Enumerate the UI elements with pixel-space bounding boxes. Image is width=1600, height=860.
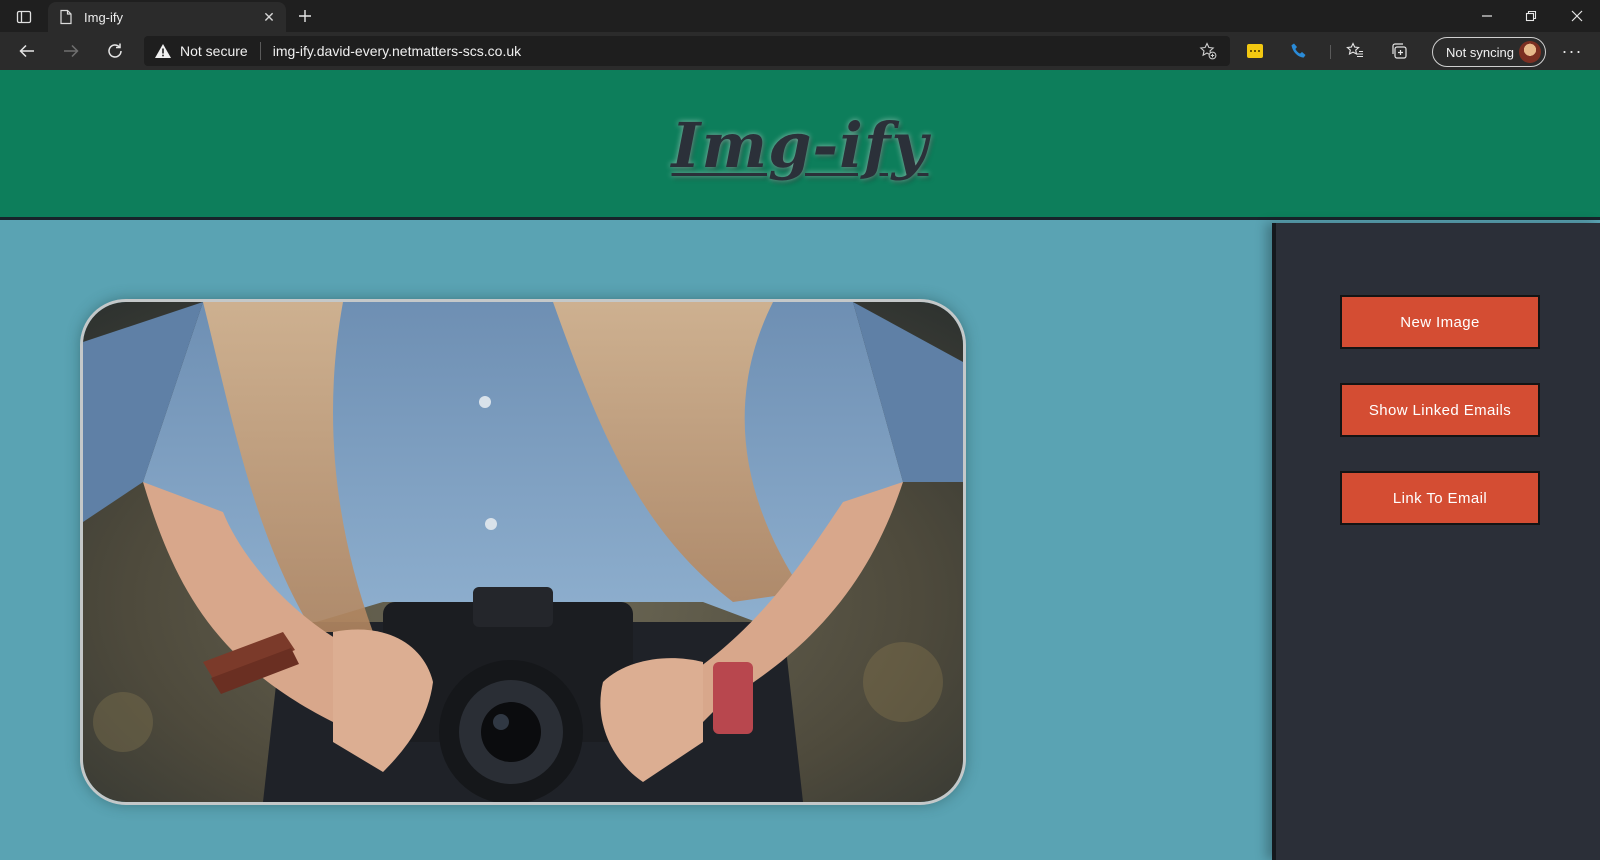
site-header: Img-ify [0, 70, 1600, 220]
link-to-email-button[interactable]: Link To Email [1340, 471, 1540, 525]
web-page: Img-ify New Image Show Linked Emails Lin… [0, 70, 1600, 860]
favorites-icon[interactable] [1344, 40, 1366, 62]
close-window-icon[interactable] [1554, 0, 1600, 32]
phone-icon[interactable] [1288, 40, 1310, 62]
forward-button[interactable] [56, 36, 86, 66]
collections-icon[interactable] [1388, 40, 1410, 62]
address-separator [259, 42, 261, 60]
site-logo: Img-ify [671, 109, 929, 182]
security-label[interactable]: Not secure [180, 43, 248, 59]
main-content [0, 223, 1272, 860]
url-text[interactable]: img-ify.david-every.netmatters-scs.co.uk [273, 43, 1196, 59]
more-icon[interactable]: ··· [1556, 36, 1588, 66]
new-image-button[interactable]: New Image [1340, 295, 1540, 349]
tab-title: Img-ify [84, 9, 123, 25]
sync-label: Not syncing [1446, 44, 1514, 60]
browser-tab-bar: Img-ify ✕ [0, 0, 1600, 32]
tab-actions-icon[interactable] [10, 6, 38, 28]
close-tab-icon[interactable]: ✕ [260, 8, 278, 26]
back-button[interactable] [12, 36, 42, 66]
browser-tab[interactable]: Img-ify ✕ [48, 2, 286, 32]
page-icon [58, 9, 74, 25]
profile-sync-button[interactable]: Not syncing [1432, 37, 1546, 67]
toolbar-separator [1330, 45, 1331, 59]
browser-toolbar: Not secure img-ify.david-every.netmatter… [0, 32, 1600, 70]
notes-extension-icon[interactable] [1244, 40, 1266, 62]
avatar [1519, 41, 1541, 63]
minimize-icon[interactable] [1464, 0, 1510, 32]
refresh-button[interactable] [100, 36, 130, 66]
show-linked-emails-button[interactable]: Show Linked Emails [1340, 383, 1540, 437]
sidebar: New Image Show Linked Emails Link To Ema… [1272, 223, 1600, 860]
warning-icon[interactable] [154, 43, 172, 59]
restore-icon[interactable] [1508, 0, 1554, 32]
new-tab-button[interactable] [292, 5, 318, 27]
random-photo [80, 299, 966, 805]
address-bar[interactable]: Not secure img-ify.david-every.netmatter… [144, 36, 1230, 66]
star-plus-icon[interactable] [1196, 42, 1220, 60]
